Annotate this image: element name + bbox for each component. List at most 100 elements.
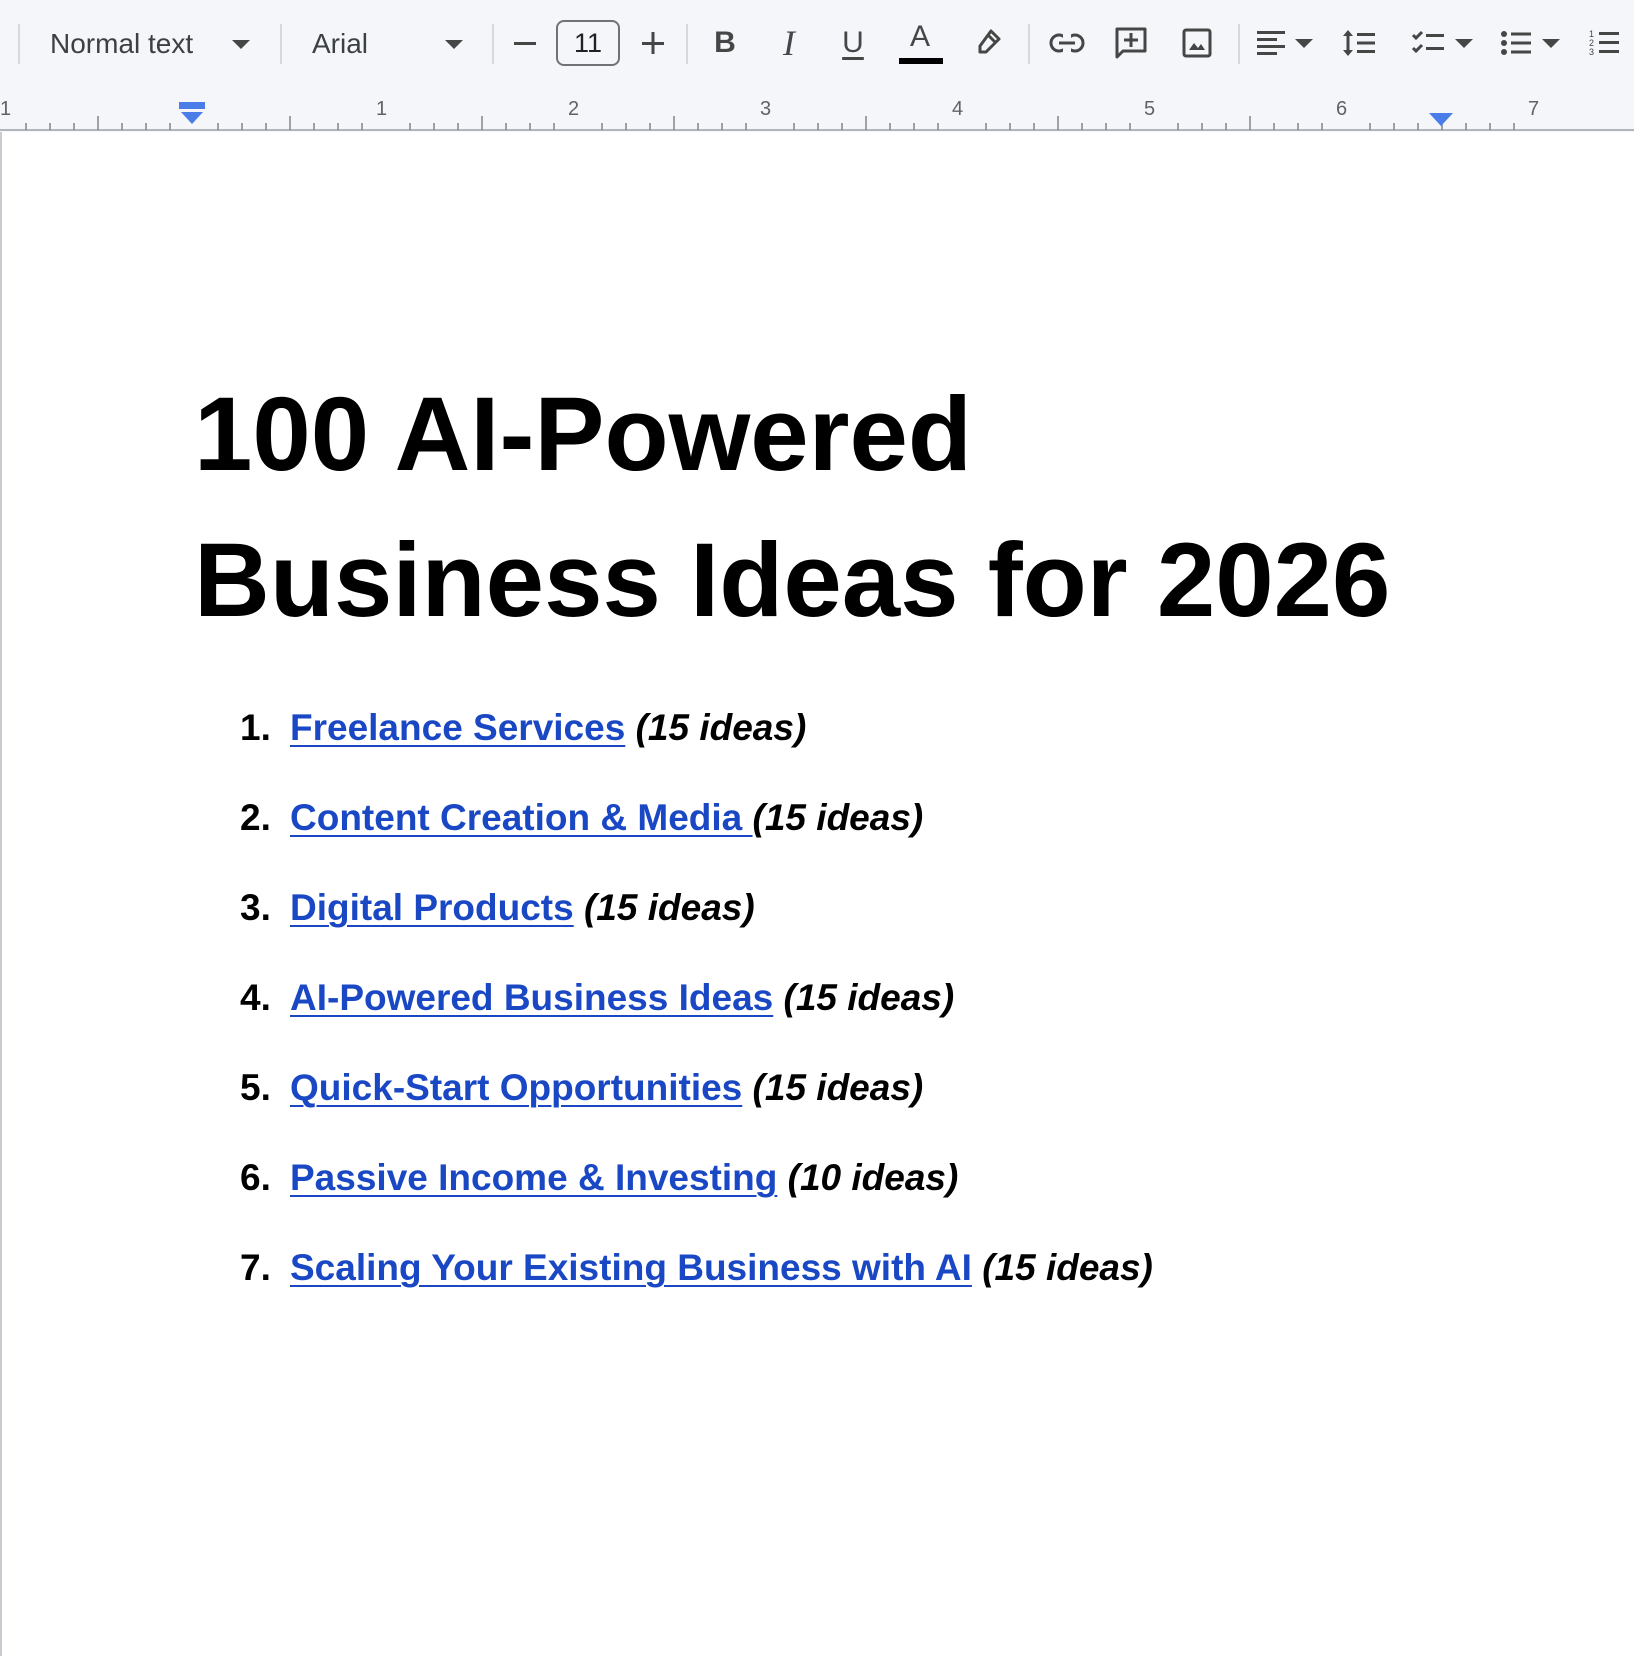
list-number: 4. bbox=[240, 977, 271, 1018]
ruler-label: 7 bbox=[1528, 98, 1540, 120]
font-family-dropdown[interactable]: Arial bbox=[312, 22, 482, 66]
formatting-toolbar: Normal text Arial 11 B I U A 1 2 3 bbox=[0, 0, 1634, 84]
right-indent-marker-icon[interactable] bbox=[1428, 112, 1454, 128]
idea-count: (15 ideas) bbox=[752, 797, 924, 838]
list-item: 2. Content Creation & Media (15 ideas) bbox=[240, 790, 1153, 880]
chevron-down-icon bbox=[232, 40, 250, 49]
section-link[interactable]: Scaling Your Existing Business with AI bbox=[290, 1247, 972, 1288]
idea-count: (10 ideas) bbox=[787, 1157, 959, 1198]
list-number: 2. bbox=[240, 797, 271, 838]
add-comment-icon bbox=[1115, 27, 1147, 59]
ruler-label: 1 bbox=[376, 98, 388, 120]
list-item: 5. Quick-Start Opportunities (15 ideas) bbox=[240, 1060, 1153, 1150]
plus-icon bbox=[642, 32, 664, 54]
title-line-1: 100 AI-Powered bbox=[194, 376, 973, 493]
idea-count: (15 ideas) bbox=[783, 977, 955, 1018]
underline-icon: U bbox=[842, 26, 864, 59]
bulleted-list-dropdown-button[interactable] bbox=[1496, 18, 1564, 68]
paragraph-style-dropdown[interactable]: Normal text bbox=[50, 22, 260, 66]
line-spacing-icon bbox=[1343, 30, 1375, 56]
numbered-list-button[interactable]: 1 2 3 bbox=[1584, 18, 1624, 68]
chevron-down-icon bbox=[445, 40, 463, 49]
chevron-down-icon bbox=[1295, 38, 1313, 48]
ruler-label: 3 bbox=[760, 98, 772, 120]
chevron-down-icon bbox=[1542, 38, 1560, 48]
italic-button[interactable]: I bbox=[766, 18, 812, 68]
idea-count: (15 ideas) bbox=[635, 707, 807, 748]
toolbar-divider bbox=[1028, 24, 1030, 64]
font-size-value: 11 bbox=[573, 28, 603, 58]
document-title[interactable]: 100 AI-Powered Business Ideas for 2026 bbox=[194, 362, 1494, 654]
toolbar-divider bbox=[280, 24, 282, 64]
svg-text:3: 3 bbox=[1589, 47, 1594, 57]
section-link[interactable]: AI-Powered Business Ideas bbox=[290, 977, 773, 1018]
bulleted-list-icon bbox=[1501, 31, 1531, 55]
list-item: 4. AI-Powered Business Ideas (15 ideas) bbox=[240, 970, 1153, 1060]
section-link[interactable]: Digital Products bbox=[290, 887, 574, 928]
list-number: 5. bbox=[240, 1067, 271, 1108]
underline-button[interactable]: U bbox=[830, 18, 876, 68]
ruler-label: 2 bbox=[568, 98, 580, 120]
add-comment-button[interactable] bbox=[1108, 18, 1154, 68]
line-spacing-button[interactable] bbox=[1336, 18, 1382, 68]
idea-count: (15 ideas) bbox=[982, 1247, 1153, 1288]
section-link[interactable]: Quick-Start Opportunities bbox=[290, 1067, 742, 1108]
font-size-input[interactable]: 11 bbox=[556, 20, 620, 66]
section-link[interactable]: Passive Income & Investing bbox=[290, 1157, 777, 1198]
idea-count: (15 ideas) bbox=[583, 887, 755, 928]
list-item: 6. Passive Income & Investing (10 ideas) bbox=[240, 1150, 1153, 1240]
align-left-icon bbox=[1257, 31, 1285, 55]
list-number: 3. bbox=[240, 887, 271, 928]
checklist-dropdown-button[interactable] bbox=[1408, 18, 1476, 68]
minus-icon bbox=[514, 42, 536, 45]
numbered-list-icon: 1 2 3 bbox=[1589, 29, 1619, 57]
toolbar-divider bbox=[1238, 24, 1240, 64]
toolbar-divider bbox=[492, 24, 494, 64]
image-icon bbox=[1182, 28, 1212, 58]
bold-icon: B bbox=[714, 26, 736, 59]
font-family-label: Arial bbox=[312, 28, 369, 59]
section-link[interactable]: Freelance Services bbox=[290, 707, 625, 748]
list-item: 7. Scaling Your Existing Business with AI… bbox=[240, 1240, 1153, 1330]
insert-image-button[interactable] bbox=[1174, 18, 1220, 68]
ruler-label: 6 bbox=[1336, 98, 1348, 120]
insert-link-button[interactable] bbox=[1044, 18, 1090, 68]
list-item: 3. Digital Products (15 ideas) bbox=[240, 880, 1153, 970]
idea-count: (15 ideas) bbox=[752, 1067, 924, 1108]
ruler-label: 5 bbox=[1144, 98, 1156, 120]
decrease-font-size-button[interactable] bbox=[502, 18, 548, 68]
bold-button[interactable]: B bbox=[702, 18, 748, 68]
increase-font-size-button[interactable] bbox=[630, 18, 676, 68]
highlighter-icon bbox=[978, 29, 1001, 54]
list-number: 6. bbox=[240, 1157, 271, 1198]
link-icon bbox=[1049, 33, 1085, 53]
ruler-label-partial: 1 bbox=[0, 98, 12, 120]
page-left-edge bbox=[0, 132, 2, 1656]
toolbar-divider bbox=[686, 24, 688, 64]
checklist-icon bbox=[1411, 30, 1444, 54]
list-item: 1. Freelance Services (15 ideas) bbox=[240, 700, 1153, 790]
highlight-color-button[interactable] bbox=[964, 18, 1010, 68]
text-color-swatch bbox=[899, 58, 943, 64]
section-link[interactable]: Content Creation & Media bbox=[290, 797, 753, 838]
list-number: 1. bbox=[240, 707, 271, 748]
paragraph-style-label: Normal text bbox=[50, 28, 194, 59]
italic-icon: I bbox=[783, 23, 795, 63]
text-color-icon: A bbox=[910, 20, 931, 53]
toolbar-divider bbox=[18, 24, 20, 64]
chevron-down-icon bbox=[1455, 38, 1473, 48]
horizontal-ruler[interactable]: 1 1 2 3 4 5 6 7 bbox=[0, 84, 1634, 132]
list-number: 7. bbox=[240, 1247, 271, 1288]
text-color-button[interactable]: A bbox=[896, 18, 946, 68]
table-of-contents-list: 1. Freelance Services (15 ideas) 2. Conten… bbox=[240, 700, 1153, 1330]
left-indent-marker-icon[interactable] bbox=[178, 102, 206, 128]
title-line-2: Business Ideas for 2026 bbox=[194, 522, 1391, 639]
ruler-label: 4 bbox=[952, 98, 964, 120]
align-dropdown-button[interactable] bbox=[1252, 18, 1316, 68]
